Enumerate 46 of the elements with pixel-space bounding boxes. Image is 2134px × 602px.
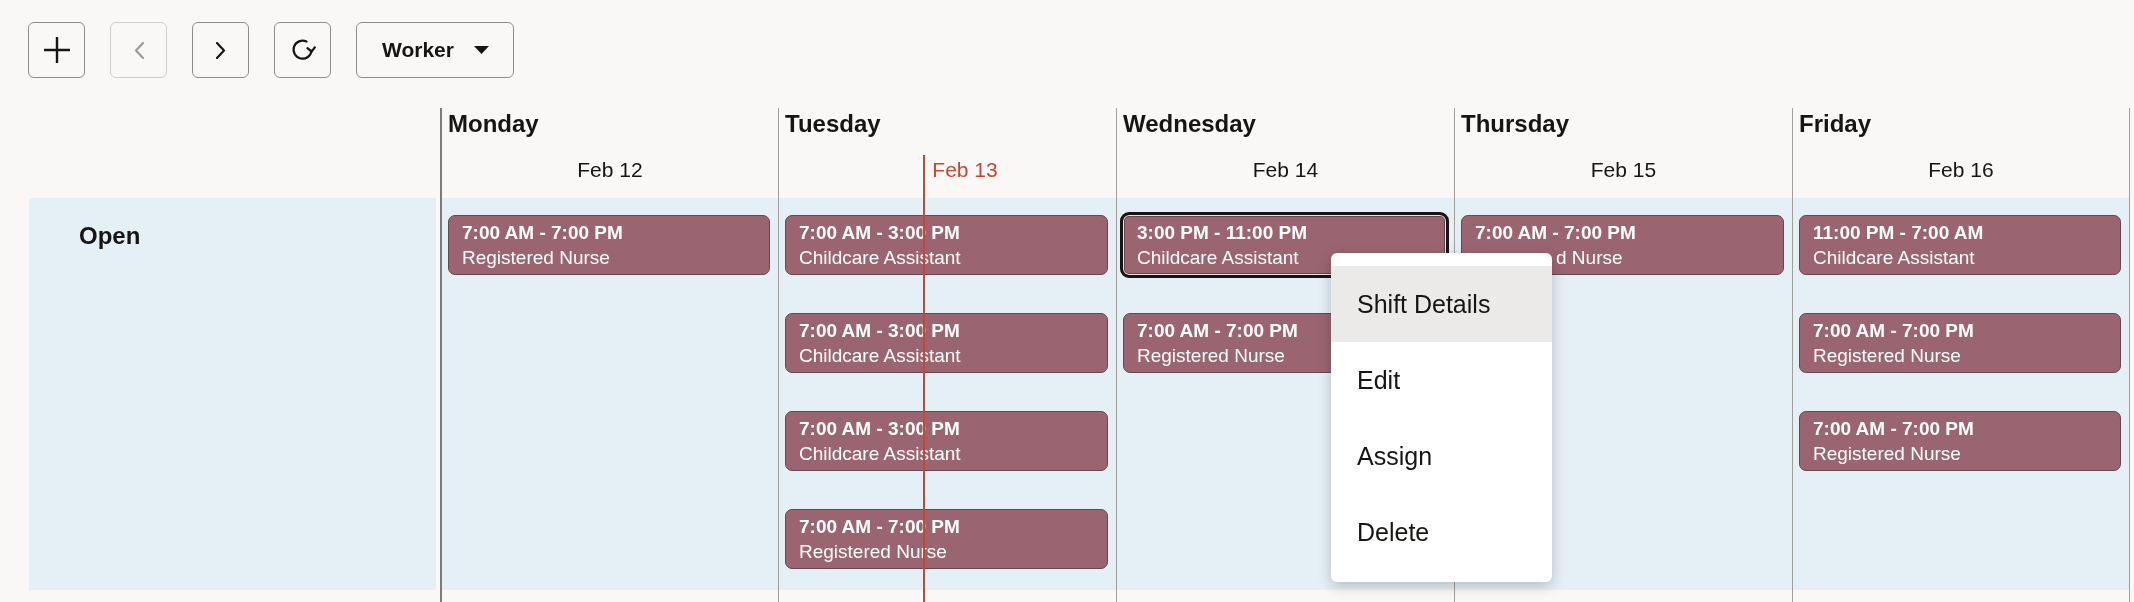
shift-time: 7:00 AM - 7:00 PM: [1137, 320, 1298, 342]
day-date: Feb 14: [1252, 158, 1319, 181]
shift-role: Registered Nurse: [462, 247, 610, 269]
shift-role: d Nurse: [1556, 247, 1623, 269]
shift-card[interactable]: 11:00 PM - 7:00 AM Childcare Assistant: [1799, 215, 2121, 275]
shift-time: 11:00 PM - 7:00 AM: [1813, 222, 1984, 244]
day-name: Friday: [1799, 110, 1872, 137]
next-button[interactable]: [192, 22, 249, 78]
shift-card[interactable]: 7:00 AM - 7:00 PM d Nurse: [1461, 215, 1784, 275]
shift-time: 7:00 AM - 7:00 PM: [1813, 418, 1974, 440]
shift-card[interactable]: 7:00 AM - 7:00 PM Registered Nurse: [1799, 411, 2121, 471]
day-name: Thursday: [1461, 110, 1570, 137]
shift-role: Childcare Assistant: [799, 443, 961, 465]
refresh-icon: [289, 38, 316, 62]
shift-role: Childcare Assistant: [799, 345, 961, 367]
shift-time: 7:00 AM - 7:00 PM: [462, 222, 623, 244]
shift-role: Registered Nurse: [1813, 443, 1961, 465]
chevron-right-icon: [215, 41, 226, 59]
caret-down-icon: [474, 46, 489, 54]
shift-role: Registered Nurse: [1137, 345, 1285, 367]
view-dropdown[interactable]: Worker: [356, 22, 514, 78]
shift-role: Childcare Assistant: [799, 247, 961, 269]
chevron-left-icon: [133, 41, 144, 59]
plus-icon: [43, 37, 70, 63]
shift-role: Childcare Assistant: [1813, 247, 1975, 269]
shift-card[interactable]: 7:00 AM - 7:00 PM Registered Nurse: [1799, 313, 2121, 373]
shift-role: Childcare Assistant: [1137, 247, 1299, 269]
day-date: Feb 12: [577, 158, 643, 181]
add-button[interactable]: [28, 22, 85, 78]
day-date: Feb 15: [1590, 158, 1657, 181]
menu-item[interactable]: Delete: [1331, 494, 1552, 570]
menu-item[interactable]: Assign: [1331, 418, 1552, 494]
shift-card[interactable]: 7:00 AM - 7:00 PM Registered Nurse: [448, 215, 770, 275]
day-name: Wednesday: [1123, 110, 1256, 137]
shift-role: Registered Nurse: [1813, 345, 1961, 367]
shift-time: 7:00 AM - 7:00 PM: [1813, 320, 1974, 342]
day-name: Tuesday: [785, 110, 881, 137]
shift-role: Registered Nurse: [799, 541, 947, 563]
refresh-button[interactable]: [274, 22, 331, 78]
day-name: Monday: [448, 110, 539, 137]
row-label: Open: [79, 222, 141, 249]
day-date: Feb 16: [1928, 158, 1994, 181]
menu-item[interactable]: Shift Details: [1331, 266, 1552, 342]
shift-time: 7:00 AM - 7:00 PM: [1475, 222, 1636, 244]
day-date: Feb 13: [932, 158, 998, 181]
shift-time: 3:00 PM - 11:00 PM: [1137, 222, 1308, 244]
